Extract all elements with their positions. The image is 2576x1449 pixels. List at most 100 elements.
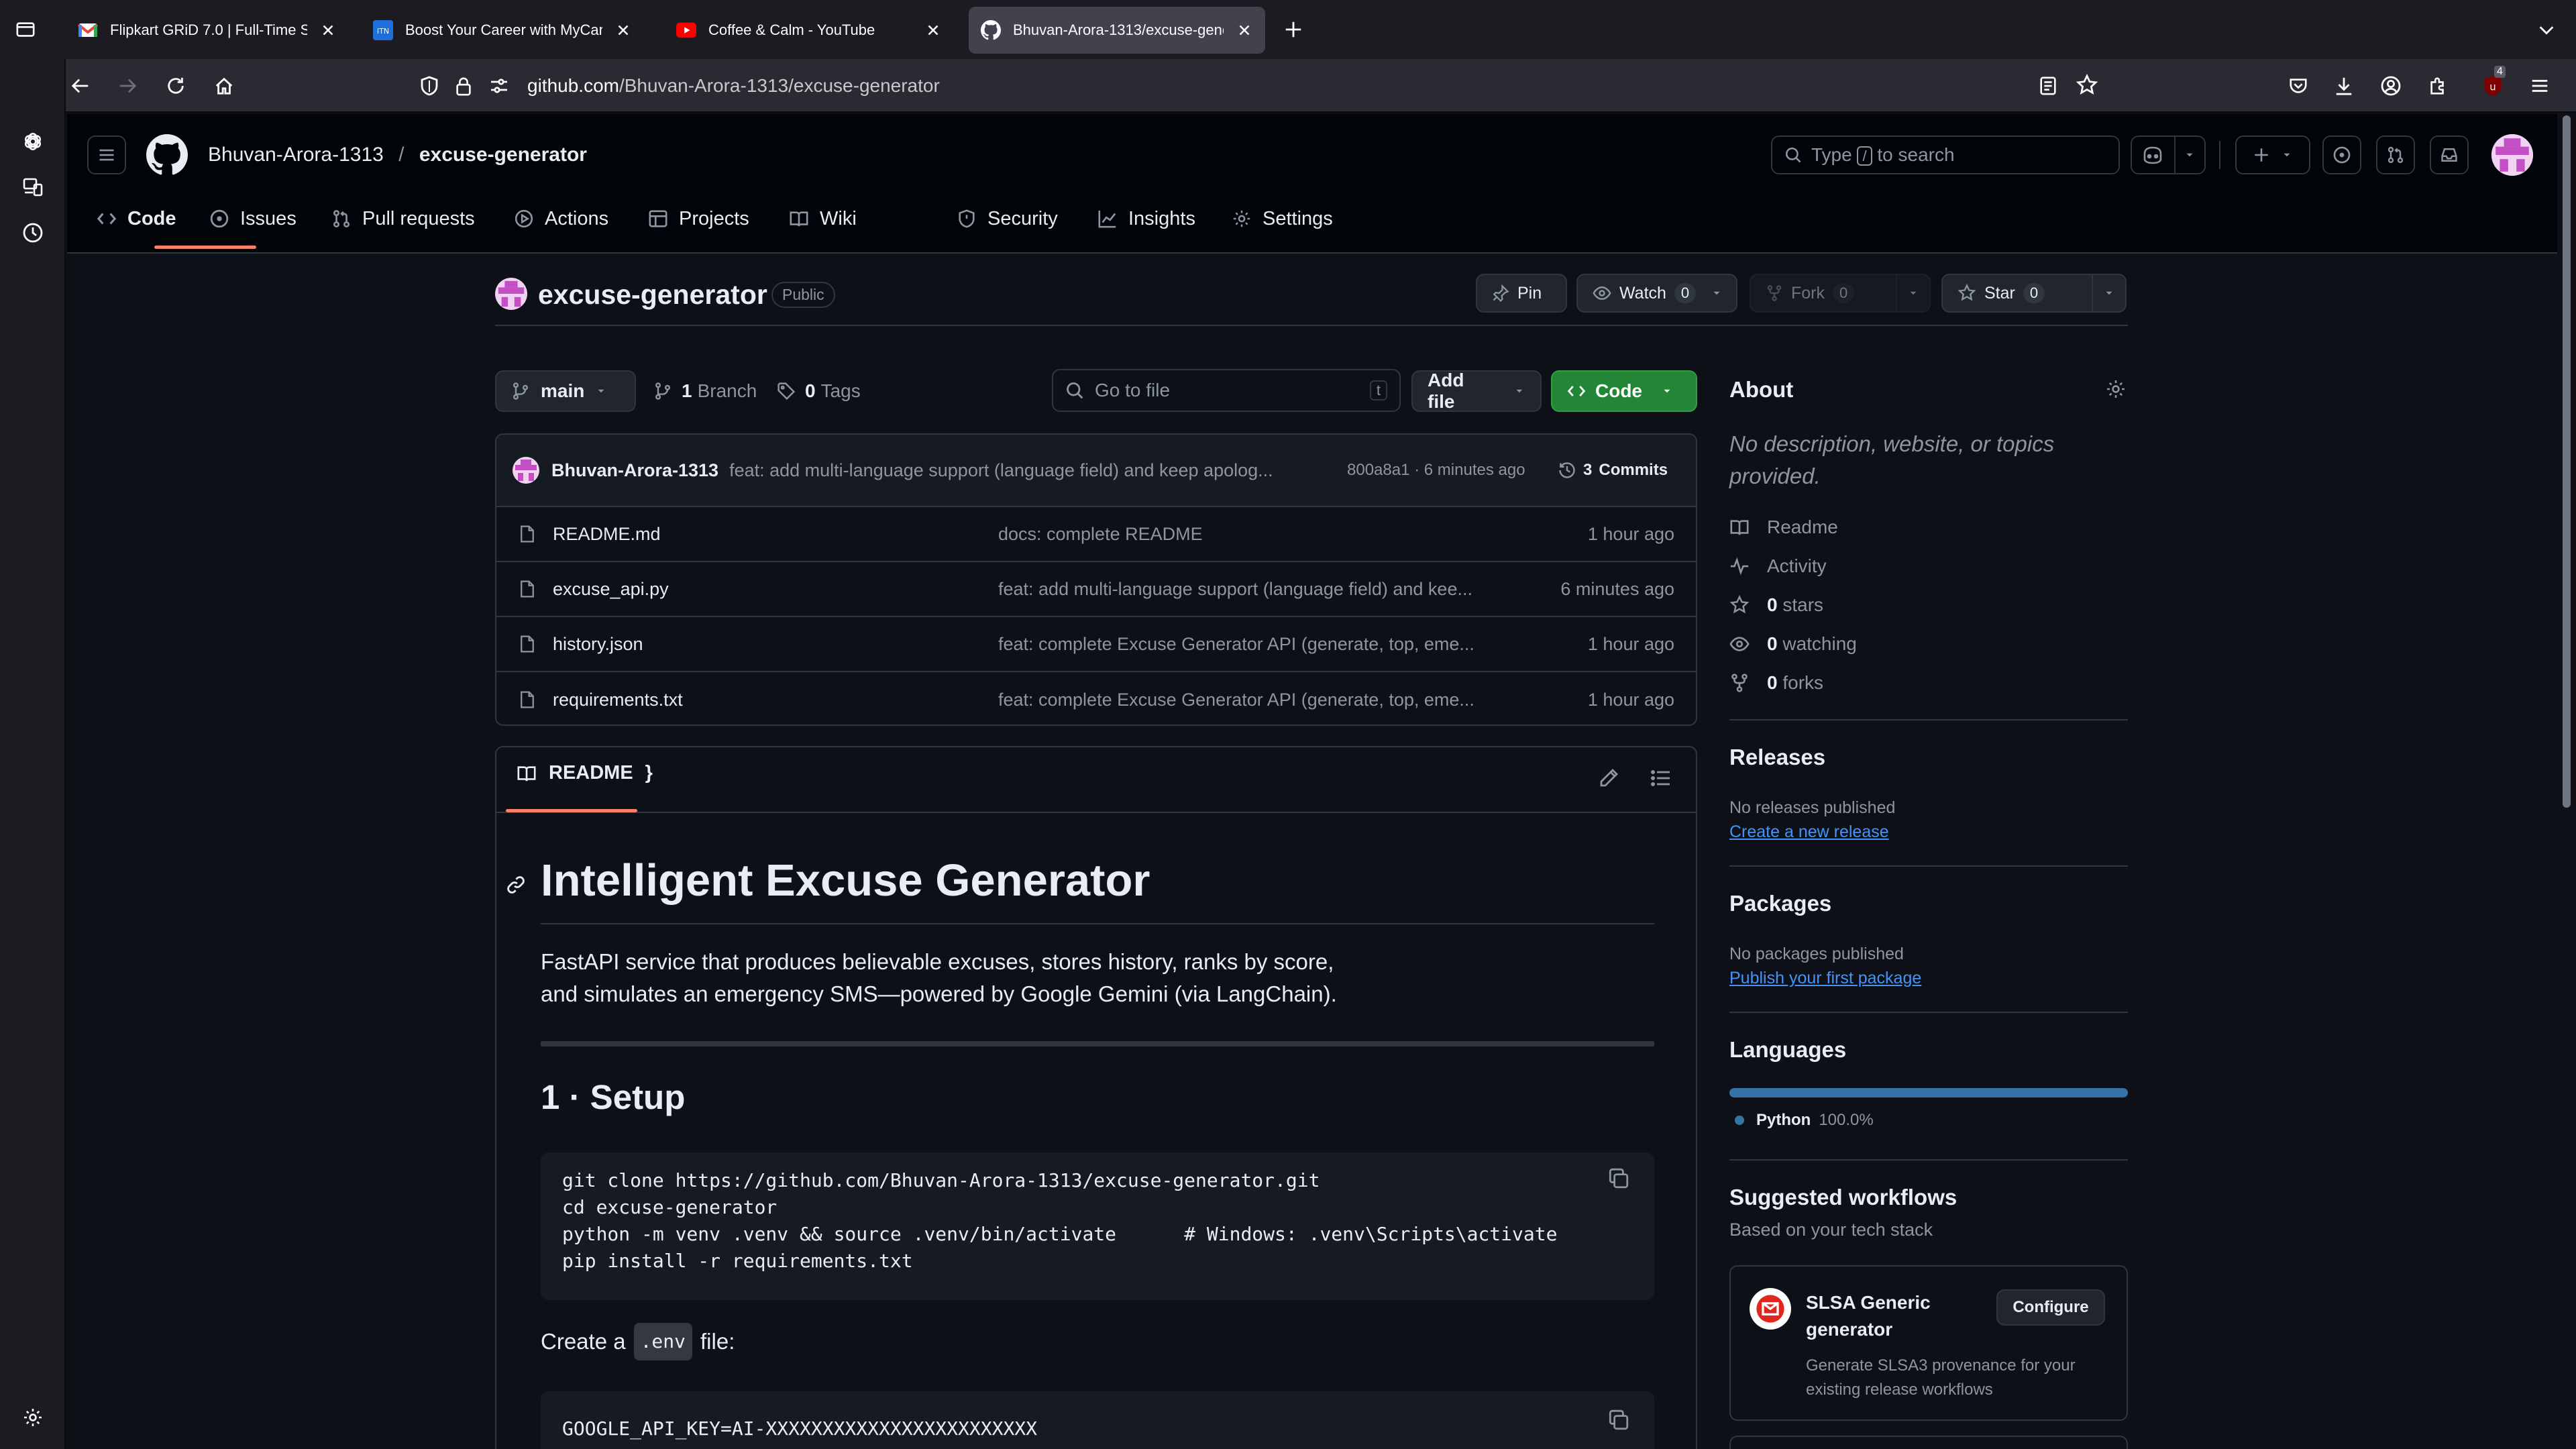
tracking-shield-icon[interactable] [419,75,440,97]
repo-owner-avatar[interactable] [495,278,527,310]
tab-settings[interactable]: Settings [1222,197,1342,240]
file-row[interactable]: excuse_api.py feat: add multi-language s… [496,562,1696,617]
history-icon[interactable] [13,213,52,252]
about-forks-link[interactable]: 0 forks [1729,672,1823,694]
releases-title[interactable]: Releases [1729,745,1825,770]
url-text[interactable]: github.com/Bhuvan-Arora-1313/excuse-gene… [527,75,940,97]
browser-tab-youtube[interactable]: Coffee & Calm - YouTube [664,7,954,54]
tab-security[interactable]: Security [947,197,1067,240]
chevron-down-icon[interactable] [1704,287,1729,299]
file-name[interactable]: history.json [553,634,643,655]
new-tab-button[interactable] [1275,11,1312,48]
tab-insights[interactable]: Insights [1088,197,1205,240]
about-settings-gear-icon[interactable] [2105,378,2127,400]
commit-author-avatar[interactable] [513,457,539,484]
pin-button[interactable]: Pin [1476,274,1567,313]
file-commit-message[interactable]: feat: add multi-language support (langua… [998,579,1542,600]
copilot-button[interactable] [2131,136,2206,174]
create-release-link[interactable]: Create a new release [1729,822,1889,842]
anchor-link-icon[interactable] [506,875,526,895]
breadcrumb-owner[interactable]: Bhuvan-Arora-1313 [208,144,384,166]
tab-actions[interactable]: Actions [504,197,618,240]
tab-projects[interactable]: Projects [639,197,759,240]
hamburger-menu-button[interactable] [87,136,126,174]
code-button[interactable]: Code [1551,370,1697,412]
lock-icon[interactable] [453,75,474,97]
permissions-icon[interactable] [488,75,510,97]
breadcrumb-repo[interactable]: excuse-generator [419,144,587,166]
packages-title[interactable]: Packages [1729,891,1831,916]
about-readme-link[interactable]: Readme [1729,517,1838,538]
tab-pull-requests[interactable]: Pull requests [322,197,484,240]
file-commit-message[interactable]: feat: complete Excuse Generator API (gen… [998,690,1542,710]
page-scrollbar[interactable] [2557,113,2576,1449]
commits-link[interactable]: 3 Commits [1558,461,1668,480]
pull-requests-button[interactable] [2376,136,2415,174]
close-tab-icon[interactable] [924,21,942,39]
list-all-tabs-icon[interactable] [2528,11,2565,48]
browser-tab-github[interactable]: Bhuvan-Arora-1313/excuse-generator [969,7,1265,54]
about-activity-link[interactable]: Activity [1729,555,1827,577]
copilot-dropdown-icon[interactable] [2174,137,2204,173]
file-commit-message[interactable]: docs: complete README [998,524,1542,545]
synced-tabs-icon[interactable] [13,168,52,207]
pocket-icon[interactable] [2279,67,2317,105]
close-tab-icon[interactable] [319,21,337,39]
file-commit-message[interactable]: feat: complete Excuse Generator API (gen… [998,634,1542,655]
tab-list-icon[interactable] [7,11,44,48]
branches-link[interactable]: 1 Branch [653,376,757,407]
reader-view-icon[interactable] [2038,75,2058,97]
account-icon[interactable] [2372,67,2410,105]
file-row[interactable]: README.md docs: complete README 1 hour a… [496,507,1696,562]
chevron-down-icon[interactable] [2092,275,2125,311]
watch-button[interactable]: Watch 0 [1576,274,1737,313]
url-bar[interactable]: github.com/Bhuvan-Arora-1313/excuse-gene… [405,66,2109,106]
create-new-button[interactable] [2235,136,2310,174]
file-row[interactable]: requirements.txt feat: complete Excuse G… [496,672,1696,724]
home-icon[interactable] [205,67,243,105]
chevron-down-icon[interactable] [1896,275,1929,311]
about-watching-link[interactable]: 0 watching [1729,633,1857,655]
readme-tab[interactable]: README } [517,762,653,784]
browser-tab-mycareer[interactable]: ITN Boost Your Career with MyCareer [361,7,644,54]
star-button[interactable]: Star 0 [1941,274,2127,313]
commit-sha[interactable]: 800a8a1 [1347,461,1409,479]
ublock-extension-icon[interactable]: u 4 [2474,66,2512,105]
forward-icon[interactable] [109,67,146,105]
avatar[interactable] [2491,134,2533,176]
reload-icon[interactable] [157,67,195,105]
file-name[interactable]: excuse_api.py [553,579,669,600]
go-to-file-input[interactable]: Go to file t [1052,369,1401,412]
github-logo-icon[interactable] [146,134,188,176]
inbox-button[interactable] [2430,136,2469,174]
tab-wiki[interactable]: Wiki [780,197,866,240]
issues-button[interactable] [2322,136,2361,174]
file-name[interactable]: requirements.txt [553,690,683,710]
publish-package-link[interactable]: Publish your first package [1729,969,1921,988]
search-input[interactable]: Type / to search [1771,136,2120,174]
extensions-icon[interactable] [2419,67,2457,105]
menu-icon[interactable] [2521,67,2559,105]
copy-icon[interactable] [1607,1409,1630,1432]
commit-author[interactable]: Bhuvan-Arora-1313 [551,460,718,481]
pencil-icon[interactable] [1598,767,1619,789]
file-name[interactable]: README.md [553,524,661,545]
tab-code[interactable]: Code [87,197,186,240]
close-tab-icon[interactable] [1236,21,1253,39]
browser-tab-flipkart[interactable]: Flipkart GRiD 7.0 | Full-Time SDE [66,7,349,54]
scrollbar-thumb[interactable] [2563,115,2571,808]
fork-button[interactable]: Fork 0 [1750,274,1931,313]
repo-title[interactable]: excuse-generator [538,279,767,311]
close-tab-icon[interactable] [614,21,632,39]
language-python[interactable]: Python 100.0% [1735,1111,1874,1130]
bookmark-star-icon[interactable] [2076,74,2098,97]
back-icon[interactable] [62,67,99,105]
outline-list-icon[interactable] [1650,767,1672,789]
about-stars-link[interactable]: 0 stars [1729,594,1823,616]
add-file-button[interactable]: Add file [1411,370,1542,412]
tags-link[interactable]: 0 Tags [777,376,861,407]
copy-icon[interactable] [1607,1167,1630,1190]
tab-issues[interactable]: Issues [200,197,306,240]
downloads-icon[interactable] [2325,67,2363,105]
sidebar-settings-icon[interactable] [13,1398,52,1437]
